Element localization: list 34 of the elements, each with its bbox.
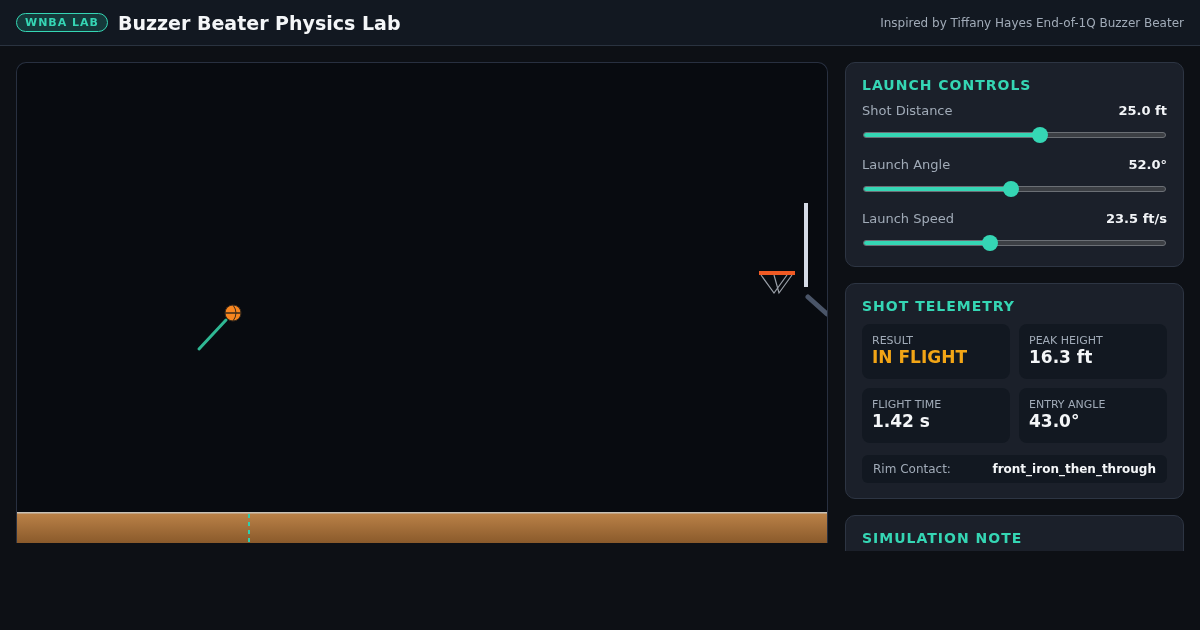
hoop-support [805,294,827,317]
ball-trail [197,318,228,351]
stat-value: 16.3 ft [1029,347,1094,367]
app-title: Buzzer Beater Physics Lab [118,11,401,34]
panel-title: SIMULATION NOTE [862,530,1024,546]
lab-badge: WNBA LAB [16,13,108,32]
stat-value: IN FLIGHT [872,347,969,367]
subtitle: Inspired by Tiffany Hayes End-of-1Q Buzzer Beater [880,15,1184,30]
panel-title: LAUNCH CONTROLS [862,77,1033,93]
rim-contact-label: Rim Contact: [873,462,951,476]
hoop-net [760,274,793,295]
slider-thumb[interactable] [982,235,999,251]
slider-reading: 25.0 ft [1118,103,1167,119]
slider[interactable] [863,235,1166,251]
stat-label: PEAK HEIGHT [1029,334,1104,347]
slider-label: Launch Speed [862,211,954,227]
slider-label: Shot Distance [862,103,953,119]
stat-value: 43.0° [1029,411,1081,431]
slider-thumb[interactable] [1003,181,1020,197]
panel-title: SHOT TELEMETRY [862,298,1016,314]
slider[interactable] [863,181,1166,197]
slider[interactable] [863,127,1166,143]
slider-thumb[interactable] [1032,127,1049,143]
stat-label: FLIGHT TIME [872,398,943,411]
stat-label: RESULT [872,334,914,347]
stat-value: 1.42 s [872,411,931,431]
basketball-icon [224,304,242,322]
hoop-rim [759,271,795,275]
slider-reading: 23.5 ft/s [1106,211,1167,227]
slider-label: Launch Angle [862,157,951,173]
rim-contact-value: front_iron_then_through [992,462,1156,476]
slider-reading: 52.0° [1128,157,1167,173]
three-point-line [248,513,250,543]
stat-label: ENTRY ANGLE [1029,398,1107,411]
